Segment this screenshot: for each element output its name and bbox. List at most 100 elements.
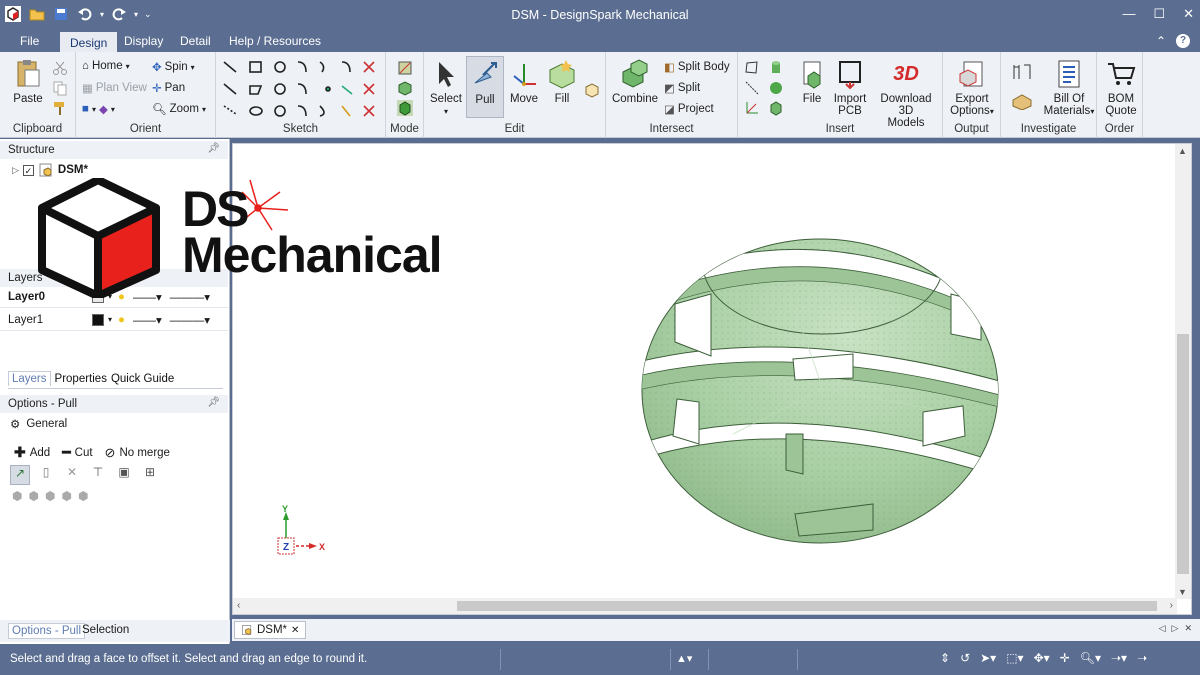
nudge-icon[interactable]: ⇕ xyxy=(940,651,950,665)
scroll-up-icon[interactable]: ▲ xyxy=(1178,146,1187,156)
spin-status-icon[interactable]: ✥▾ xyxy=(1034,651,1050,665)
vertical-scrollbar[interactable]: ▲ ▼ xyxy=(1175,144,1191,599)
previous-tool-icon[interactable]: ➝ xyxy=(1137,651,1147,665)
tab-close-all-icon[interactable]: ✕ xyxy=(1184,623,1192,634)
tab-design[interactable]: Design xyxy=(60,30,118,52)
move-button[interactable]: Move xyxy=(506,58,542,105)
box-select-icon[interactable]: ⬚▾ xyxy=(1006,651,1023,665)
tab-layers[interactable]: Layers xyxy=(8,371,51,386)
sphere-icon[interactable] xyxy=(768,80,784,96)
fill-button[interactable]: Fill xyxy=(544,58,580,105)
no-merge-option[interactable]: ⊘ No merge xyxy=(105,445,170,461)
cut-icon[interactable] xyxy=(52,60,68,76)
up-to-icon[interactable]: ▯ xyxy=(36,465,56,485)
plane-icon[interactable] xyxy=(744,60,760,76)
zoom-button[interactable]: 🔍︎ Zoom ▾ xyxy=(152,102,206,116)
combine-button[interactable]: Combine xyxy=(610,58,660,105)
minimize-icon[interactable]: — xyxy=(1122,6,1135,22)
ribbon-collapse-icon[interactable]: ⌃ xyxy=(1156,34,1166,48)
add-option[interactable]: ✚ Add xyxy=(14,444,50,461)
orientation-triad[interactable]: Z Y X xyxy=(277,504,325,555)
structure-tree-root[interactable]: ▷ ✓ DSM* xyxy=(12,162,88,178)
tab-quick-guide[interactable]: Quick Guide xyxy=(111,373,174,385)
expand-arrow-icon[interactable]: ▷ xyxy=(12,165,19,176)
layer-color-swatch[interactable] xyxy=(92,313,104,326)
tab-detail[interactable]: Detail xyxy=(170,30,221,52)
horizontal-scrollbar[interactable]: ‹ › xyxy=(233,598,1177,614)
tab-properties[interactable]: Properties xyxy=(55,373,107,385)
vertical-scroll-thumb[interactable] xyxy=(1177,334,1189,574)
split-button[interactable]: ◩ Split xyxy=(664,81,700,95)
shell-icon[interactable] xyxy=(584,82,600,98)
layer-row[interactable]: Layer1 ▾ ● ——▾ ———▾ xyxy=(0,309,228,331)
view-cube-button[interactable]: ■ ▾ ◆ ▾ xyxy=(82,102,115,116)
tab-next-icon[interactable]: ▷ xyxy=(1172,623,1179,634)
solid-icon[interactable] xyxy=(768,100,784,116)
zoom-status-icon[interactable]: 🔍︎▾ xyxy=(1080,651,1101,665)
scroll-right-icon[interactable]: › xyxy=(1170,600,1173,611)
selection-filter-icon[interactable]: ▲▾ xyxy=(676,652,692,665)
bill-of-materials-button[interactable]: Bill Of Materials▾ xyxy=(1043,58,1095,118)
section-mode-icon[interactable] xyxy=(397,80,413,96)
close-icon[interactable]: ✕ xyxy=(1183,6,1194,22)
sweep-option-icon[interactable]: ⬢ xyxy=(45,489,55,503)
sphere-model[interactable] xyxy=(633,194,1013,554)
cylinder-icon[interactable] xyxy=(768,60,784,76)
tab-file[interactable]: File xyxy=(10,30,49,52)
download-3d-models-button[interactable]: 3D Download 3D Models xyxy=(872,58,940,129)
pan-status-icon[interactable]: ✛ xyxy=(1060,651,1070,665)
home-button[interactable]: ⌂ Home ▾ xyxy=(82,60,130,72)
select-button[interactable]: Select ▾ xyxy=(428,58,464,118)
both-sides-icon[interactable]: ⊞ xyxy=(140,465,160,485)
extrude-option-icon[interactable]: ⬢ xyxy=(12,489,22,503)
tab-options-pull[interactable]: Options - Pull xyxy=(8,623,86,639)
mass-properties-icon[interactable] xyxy=(1011,90,1033,110)
spin-button[interactable]: ✥ Spin ▾ xyxy=(152,60,195,74)
format-painter-icon[interactable] xyxy=(52,100,68,116)
tab-prev-icon[interactable]: ◁ xyxy=(1159,623,1166,634)
line-style-dropdown[interactable]: ——▾ xyxy=(133,313,162,327)
pan-button[interactable]: ✛ Pan xyxy=(152,81,185,95)
revolve-option-icon[interactable]: ⬢ xyxy=(28,489,38,503)
select-tool-icon[interactable]: ➤▾ xyxy=(980,651,996,665)
full-pull-icon[interactable]: ▣ xyxy=(114,465,134,485)
help-icon[interactable]: ? xyxy=(1176,34,1190,48)
origin-icon[interactable] xyxy=(744,100,760,116)
paste-button[interactable]: Paste xyxy=(8,58,48,105)
lightbulb-icon[interactable]: ● xyxy=(118,314,125,326)
plan-view-button[interactable]: ▦ Plan View xyxy=(82,81,147,95)
tab-help[interactable]: Help / Resources xyxy=(219,30,331,52)
sketch-mode-icon[interactable] xyxy=(397,60,413,76)
blend-option-icon[interactable]: ⬢ xyxy=(78,489,88,503)
pull-button[interactable]: Pull xyxy=(466,56,504,118)
copy-icon[interactable] xyxy=(52,80,68,96)
cut-option[interactable]: ━ Cut xyxy=(62,444,92,461)
import-pcb-button[interactable]: Import PCB xyxy=(832,58,868,117)
ruler-icon[interactable]: ⊤ xyxy=(88,465,108,485)
maximize-icon[interactable]: ☐ xyxy=(1153,6,1165,22)
draft-option-icon[interactable]: ⬢ xyxy=(61,489,71,503)
visibility-checkbox[interactable]: ✓ xyxy=(22,164,34,176)
scroll-left-icon[interactable]: ‹ xyxy=(237,600,240,611)
pin-icon[interactable]: 📌︎ xyxy=(207,143,220,154)
scroll-down-icon[interactable]: ▼ xyxy=(1178,587,1187,597)
layer-color-dropdown-icon[interactable]: ▾ xyxy=(108,315,112,324)
close-tab-icon[interactable]: ✕ xyxy=(291,625,299,636)
rotate-view-icon[interactable]: ↺ xyxy=(960,651,970,665)
next-tool-icon[interactable]: ➝▾ xyxy=(1111,651,1127,665)
measure-icon[interactable] xyxy=(1011,62,1033,82)
document-tab[interactable]: DSM* ✕ xyxy=(234,621,307,639)
general-section[interactable]: ⚙ General xyxy=(10,417,67,431)
bom-quote-button[interactable]: BOM Quote xyxy=(1101,58,1141,117)
split-body-button[interactable]: ◧ Split Body xyxy=(664,60,730,74)
select-direction-icon[interactable]: ↗ xyxy=(10,465,30,485)
insert-file-button[interactable]: File xyxy=(794,58,830,105)
axis-icon[interactable] xyxy=(744,80,760,96)
horizontal-scroll-thumb[interactable] xyxy=(457,601,1157,611)
line-weight-dropdown[interactable]: ———▾ xyxy=(170,313,210,327)
3d-mode-icon[interactable] xyxy=(397,100,413,116)
pin-icon[interactable]: 📌︎ xyxy=(207,397,220,408)
project-button[interactable]: ◪ Project xyxy=(664,102,714,116)
pivot-icon[interactable]: ✕ xyxy=(62,465,82,485)
tab-selection[interactable]: Selection xyxy=(82,624,129,636)
